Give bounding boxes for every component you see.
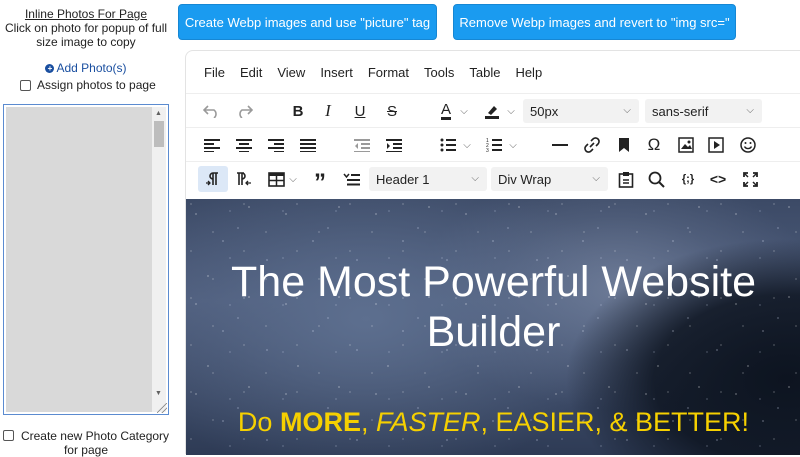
hero-heading[interactable]: The Most Powerful Website Builder bbox=[186, 257, 800, 357]
blockquote-icon[interactable]: ” bbox=[308, 166, 332, 196]
font-family-select[interactable]: sans-serif ⌵ bbox=[645, 99, 762, 123]
align-right-icon[interactable] bbox=[264, 132, 288, 158]
photo-panel-header: Inline Photos For Page Click on photo fo… bbox=[0, 7, 172, 49]
editor-content-area[interactable]: The Most Powerful Website Builder Do MOR… bbox=[186, 199, 800, 455]
scroll-up-icon[interactable]: ▲ bbox=[155, 110, 162, 117]
align-center-icon[interactable] bbox=[232, 132, 256, 158]
new-category-label: Create new Photo Category for page bbox=[20, 429, 170, 457]
format-list-icon[interactable] bbox=[340, 166, 364, 192]
sub-more: MORE bbox=[279, 407, 361, 437]
menu-format[interactable]: Format bbox=[368, 65, 409, 80]
chevron-down-icon: ⌵ bbox=[746, 105, 754, 116]
fullscreen-icon[interactable] bbox=[738, 166, 762, 192]
menu-insert[interactable]: Insert bbox=[320, 65, 353, 80]
checkbox-icon[interactable] bbox=[2, 430, 14, 441]
rtl-direction-icon[interactable] bbox=[232, 166, 256, 192]
chevron-down-icon[interactable]: ⌵ bbox=[506, 132, 520, 158]
menu-help[interactable]: Help bbox=[515, 65, 542, 80]
div-wrap-value: Div Wrap bbox=[498, 171, 552, 187]
menu-table[interactable]: Table bbox=[469, 65, 500, 80]
text-color-icon[interactable]: A bbox=[434, 98, 458, 124]
chevron-down-icon: ⌵ bbox=[592, 173, 600, 184]
table-icon[interactable] bbox=[264, 166, 288, 192]
horizontal-line-icon[interactable] bbox=[548, 132, 572, 158]
add-icon: + bbox=[45, 64, 55, 73]
sub-comma: , bbox=[360, 407, 376, 437]
bullet-list-icon[interactable] bbox=[436, 132, 460, 158]
bold-icon[interactable]: B bbox=[286, 98, 310, 124]
create-webp-button[interactable]: Create Webp images and use "picture" tag bbox=[178, 4, 437, 40]
sub-rest: , EASIER, & BETTER! bbox=[480, 407, 750, 437]
outdent-icon[interactable] bbox=[350, 132, 374, 158]
code-sample-icon[interactable]: {;} bbox=[676, 166, 700, 192]
undo-icon[interactable] bbox=[200, 98, 224, 124]
underline-icon[interactable]: U bbox=[348, 98, 372, 124]
sub-faster: FASTER bbox=[375, 407, 481, 437]
chevron-down-icon: ⌵ bbox=[623, 105, 631, 116]
chevron-down-icon[interactable]: ⌵ bbox=[457, 98, 471, 124]
photo-list-area: ▲ ▼ bbox=[6, 107, 166, 412]
hero-subheading[interactable]: Do MORE, FASTER, EASIER, & BETTER! bbox=[186, 407, 800, 438]
add-photo-label: Add Photo(s) bbox=[56, 61, 127, 75]
menu-tools[interactable]: Tools bbox=[424, 65, 454, 80]
remove-webp-button[interactable]: Remove Webp images and revert to "img sr… bbox=[453, 4, 736, 40]
block-format-value: Header 1 bbox=[376, 171, 430, 187]
photo-panel: Inline Photos For Page Click on photo fo… bbox=[0, 0, 172, 457]
div-wrap-select[interactable]: Div Wrap ⌵ bbox=[491, 167, 608, 191]
align-left-icon[interactable] bbox=[200, 132, 224, 158]
chevron-down-icon[interactable]: ⌵ bbox=[460, 132, 474, 158]
scrollbar-thumb[interactable] bbox=[154, 121, 164, 147]
assign-photos-label: Assign photos to page bbox=[37, 78, 156, 92]
svg-text:3: 3 bbox=[486, 148, 489, 152]
numbered-list-icon[interactable]: 123 bbox=[482, 132, 506, 158]
sub-do: Do bbox=[237, 407, 280, 437]
checkbox-icon[interactable] bbox=[20, 79, 31, 91]
photo-list-scrollbar[interactable]: ▲ ▼ bbox=[152, 107, 166, 412]
font-size-value: 50px bbox=[530, 103, 559, 119]
toolbar-row-2: ⌵ 123 ⌵ Ω bbox=[186, 127, 800, 161]
align-justify-icon[interactable] bbox=[296, 132, 320, 158]
assign-photos-checkbox[interactable]: Assign photos to page bbox=[20, 78, 156, 92]
italic-icon[interactable]: I bbox=[316, 98, 340, 124]
chevron-down-icon: ⌵ bbox=[471, 173, 479, 184]
toolbar-row-3: ⌵ ” Header 1 ⌵ Div Wrap ⌵ {;} <> bbox=[186, 161, 800, 196]
ltr-direction-icon[interactable] bbox=[198, 166, 228, 192]
photo-list[interactable]: ▲ ▼ bbox=[3, 104, 169, 415]
redo-icon[interactable] bbox=[232, 98, 256, 124]
bookmark-icon[interactable] bbox=[612, 132, 636, 158]
scroll-down-icon[interactable]: ▼ bbox=[155, 390, 162, 397]
emoji-icon[interactable] bbox=[736, 132, 760, 158]
strikethrough-icon[interactable]: S bbox=[380, 98, 404, 124]
photo-panel-subtitle: Click on photo for popup of full size im… bbox=[4, 21, 168, 49]
link-icon[interactable] bbox=[580, 132, 604, 158]
photo-panel-title: Inline Photos For Page bbox=[24, 7, 148, 21]
indent-icon[interactable] bbox=[382, 132, 406, 158]
search-icon[interactable] bbox=[644, 166, 668, 192]
highlight-color-icon[interactable] bbox=[480, 98, 504, 124]
font-size-select[interactable]: 50px ⌵ bbox=[523, 99, 639, 123]
rich-text-editor: File Edit View Insert Format Tools Table… bbox=[185, 50, 800, 455]
chevron-down-icon[interactable]: ⌵ bbox=[286, 166, 300, 192]
media-icon[interactable] bbox=[704, 132, 728, 158]
add-photo-link[interactable]: + Add Photo(s) bbox=[0, 61, 172, 75]
menu-view[interactable]: View bbox=[277, 65, 305, 80]
block-format-select[interactable]: Header 1 ⌵ bbox=[369, 167, 487, 191]
new-category-checkbox[interactable]: Create new Photo Category for page bbox=[0, 429, 172, 457]
source-code-icon[interactable]: <> bbox=[706, 166, 730, 192]
special-character-icon[interactable]: Ω bbox=[642, 132, 666, 158]
editor-menubar: File Edit View Insert Format Tools Table… bbox=[186, 51, 800, 93]
toolbar-row-1: B I U S A ⌵ ⌵ 50px ⌵ sans-serif ⌵ bbox=[186, 93, 800, 127]
chevron-down-icon[interactable]: ⌵ bbox=[504, 98, 518, 124]
paste-icon[interactable] bbox=[614, 166, 638, 192]
font-family-value: sans-serif bbox=[652, 103, 709, 119]
menu-file[interactable]: File bbox=[204, 65, 225, 80]
resize-grip-icon[interactable] bbox=[157, 403, 167, 413]
menu-edit[interactable]: Edit bbox=[240, 65, 262, 80]
image-icon[interactable] bbox=[674, 132, 698, 158]
